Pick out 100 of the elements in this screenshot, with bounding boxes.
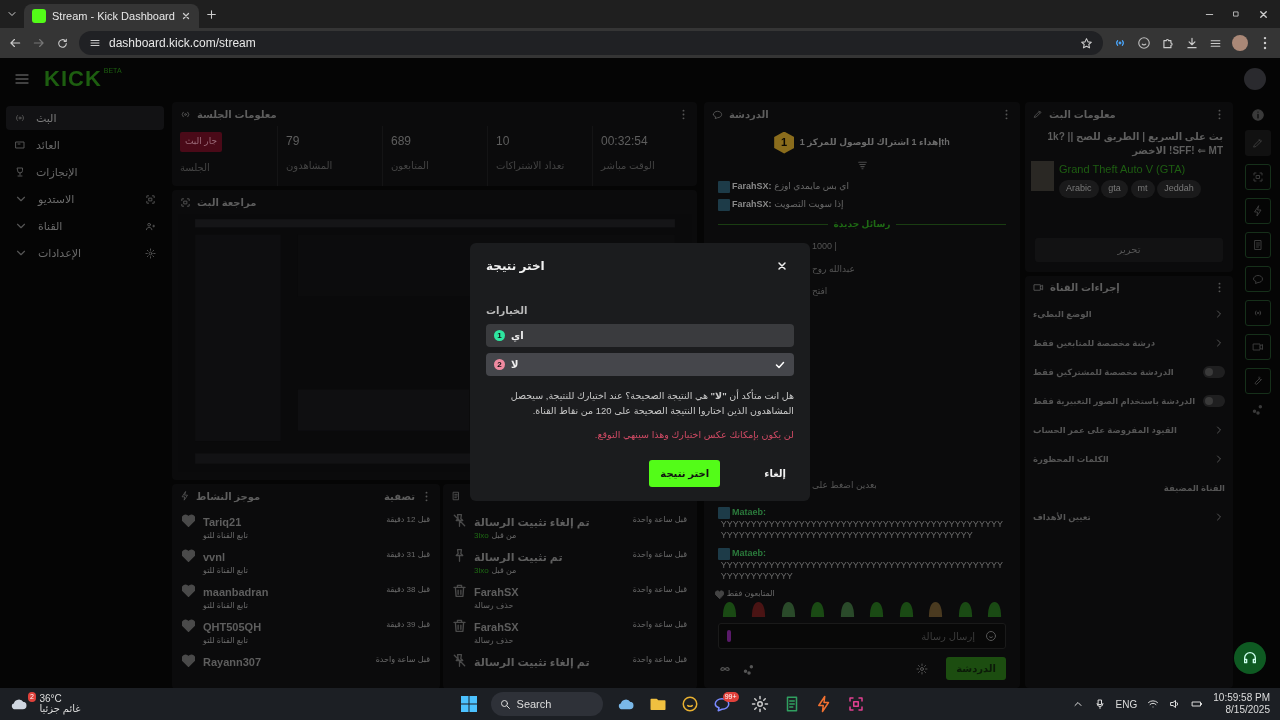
time-text: قبل ساعة واحدة (632, 583, 687, 596)
log-title: FarahSX (474, 584, 519, 600)
tag-chip[interactable]: mt (1130, 180, 1155, 198)
toggle-switch[interactable] (1203, 395, 1225, 408)
message-text: YYYYYYYYYYYYYYYYYYYYYYYYYYYYYYYYYYYYYYYYYYYYYYYYYYYYYYYYYYYYYYYYYYYYYYYYYYYYYYYYYYYYYYYYY (720, 519, 1004, 542)
sidebar-item[interactable]: الاستديو (6, 187, 164, 211)
unpin-icon (453, 653, 466, 667)
close-icon[interactable] (1257, 8, 1269, 20)
start-icon[interactable] (460, 696, 477, 712)
emote-icon[interactable] (722, 602, 737, 617)
support-button[interactable] (1234, 642, 1266, 674)
activity-text: تابع القناة للتو (203, 635, 249, 647)
favicon-icon (32, 9, 46, 23)
close-icon[interactable] (776, 260, 788, 272)
sidebar-item[interactable]: البث (6, 106, 164, 130)
address-bar[interactable]: dashboard.kick.com/stream (79, 31, 1103, 55)
category-link[interactable]: Grand Theft Auto V (GTA) (1059, 161, 1201, 178)
browser-tab[interactable]: Stream - Kick Dashboard (24, 4, 199, 28)
toggle-switch[interactable] (1203, 366, 1225, 379)
rail-button[interactable] (1245, 232, 1271, 258)
edit-icon (1252, 137, 1264, 149)
nav-icon (14, 139, 26, 151)
app-icon[interactable] (750, 695, 769, 713)
download-icon[interactable] (1185, 36, 1199, 50)
app-icon[interactable] (846, 695, 865, 713)
taskbar-search[interactable]: Search (490, 692, 603, 716)
edit-button[interactable]: تحرير (1035, 237, 1223, 262)
tag-chip[interactable]: gta (1101, 180, 1128, 198)
username[interactable]: Mataeb: (732, 507, 766, 518)
time-text: قبل 31 دقيقة (386, 548, 430, 561)
bookmark-icon[interactable] (1080, 36, 1093, 50)
emote-icon[interactable] (986, 602, 1002, 617)
kick-logo[interactable]: KICK (44, 68, 102, 90)
heart-icon (182, 583, 195, 597)
action-item[interactable]: القيود المفروضة على عمر الحساب (1025, 415, 1233, 445)
action-item[interactable]: الكلمات المحظورة (1025, 444, 1233, 474)
close-icon[interactable] (181, 11, 191, 21)
emote-icon[interactable] (957, 602, 973, 617)
url-text: dashboard.kick.com/stream (109, 35, 257, 52)
log-title: تم إلغاء تثبيت الرسالة (474, 514, 590, 530)
time-text: قبل ساعة واحدة (375, 653, 430, 666)
stat-value: 10 (496, 133, 511, 150)
restore-icon[interactable] (1231, 8, 1241, 20)
mic-icon[interactable] (1093, 698, 1106, 710)
sidebar-item[interactable]: القناة (6, 214, 164, 238)
moderator-name[interactable]: 3lxo (474, 565, 489, 577)
moderator-name[interactable]: 3lxo (474, 530, 489, 542)
clock-date[interactable]: 8/15/2025 (1225, 705, 1270, 716)
site-info-icon[interactable] (89, 37, 101, 49)
message-text: عبدالله روح (812, 263, 855, 274)
cancel-button[interactable]: إلغاء (756, 462, 794, 485)
emote-icon[interactable] (780, 602, 796, 617)
scroll-down-icon[interactable] (855, 159, 869, 172)
emote-icon[interactable] (839, 602, 855, 617)
emote-icon[interactable] (869, 602, 885, 617)
document-icon (1252, 239, 1264, 251)
back-icon[interactable] (8, 36, 22, 50)
username[interactable]: FarahSX: (732, 198, 772, 209)
user-badge-icon (718, 198, 730, 211)
confirm-button[interactable]: اختر نتيجة (649, 460, 721, 487)
nodes-icon[interactable] (1251, 402, 1265, 416)
action-item[interactable]: تعيين الأهداف (1025, 502, 1233, 532)
extension-icon[interactable] (1137, 36, 1151, 50)
emoji-icon[interactable] (985, 630, 997, 642)
follower-name: Tariq21 (203, 514, 243, 530)
reload-icon[interactable] (56, 36, 69, 50)
language-indicator[interactable]: ENG (1115, 696, 1138, 712)
username[interactable]: FarahSX: (732, 180, 772, 191)
clock-time[interactable]: 10:59:58 PM (1213, 692, 1270, 703)
tag-chip[interactable]: Arabic (1059, 180, 1099, 198)
info-icon[interactable] (1251, 108, 1265, 122)
action-item[interactable]: الوضع البطيء (1025, 299, 1233, 329)
tag-chip[interactable]: Jeddah (1157, 180, 1201, 198)
emote-icon[interactable] (928, 602, 944, 617)
forward-icon[interactable] (32, 36, 46, 50)
log-title: تم تثبيت الرسالة (474, 549, 563, 565)
stat-label: تعداد الاشتراكات (496, 159, 566, 173)
live-badge: جار البث (180, 132, 222, 152)
follower-name: QHT505QH (203, 619, 262, 635)
profile-avatar[interactable] (1232, 35, 1248, 51)
battery-icon[interactable] (1191, 698, 1204, 710)
heart-icon (182, 513, 195, 527)
time-text: قبل ساعة واحدة (632, 653, 687, 666)
chat-icon (1252, 273, 1264, 285)
stat-value: 00:32:54 (601, 133, 649, 150)
action-item[interactable]: درشة مخصصة للمتابعين فقط (1025, 328, 1233, 358)
new-tab-icon[interactable] (205, 7, 218, 21)
filter-link[interactable]: تصفية (384, 488, 415, 504)
log-text: من قبل (491, 565, 517, 577)
log-title: FarahSX (474, 619, 519, 635)
sidebar-item[interactable]: العائد (6, 133, 164, 157)
username[interactable]: Mataeb: (732, 547, 766, 558)
settings-icon[interactable] (916, 662, 929, 675)
emote-icon[interactable] (810, 602, 826, 617)
sidebar-item[interactable]: الإعدادات (6, 241, 164, 265)
stat-label: الجلسة (180, 160, 211, 175)
extensions-icon[interactable] (1161, 36, 1175, 50)
sidebar-item[interactable]: الإنجازات (6, 160, 164, 184)
emote-icon[interactable] (898, 602, 914, 617)
message-text: YYYYYYYYYYYYYYYYYYYYYYYYYYYYYYYYYYYYYYYYYYYYYYYYYYYYYYYYYYY (720, 559, 1004, 582)
